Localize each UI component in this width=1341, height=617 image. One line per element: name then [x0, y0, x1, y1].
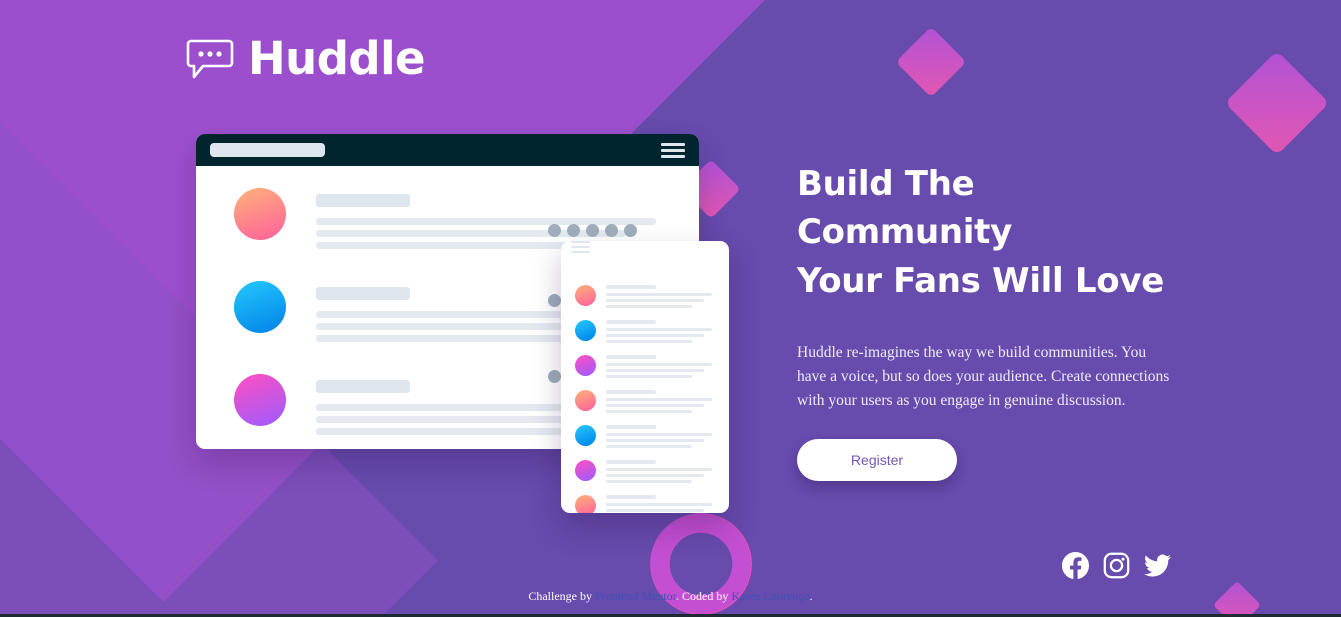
mockup-row-dot: [548, 294, 561, 307]
mockup-header-bar: [196, 134, 699, 166]
instagram-icon: [1103, 552, 1130, 579]
mockup-row-dot: [548, 370, 561, 383]
hero-paragraph: Huddle re-imagines the way we build comm…: [797, 343, 1170, 409]
attribution-prefix: Challenge by: [528, 589, 595, 603]
hero-heading-line-2: Your Fans Will Love: [797, 260, 1164, 301]
frontend-mentor-link[interactable]: Frontend Mentor: [595, 589, 676, 603]
attribution: Challenge by Frontend Mentor. Coded by K…: [0, 589, 1341, 604]
page-root: Huddle Build The Community Your Fans Wil…: [0, 0, 1341, 617]
skeleton-lines: [606, 425, 712, 451]
avatar: [234, 281, 286, 333]
author-link[interactable]: Karen Lourenço: [731, 589, 809, 603]
avatar: [575, 425, 596, 446]
avatar: [234, 188, 286, 240]
facebook-link[interactable]: [1062, 552, 1089, 579]
avatar: [575, 390, 596, 411]
mockup-header-bar: [561, 241, 729, 271]
mockup-row: [575, 460, 717, 486]
attribution-middle: . Coded by: [676, 589, 732, 603]
hamburger-menu-icon[interactable]: [661, 142, 685, 158]
hero-heading-line-1: Build The Community: [797, 164, 1012, 253]
facebook-icon: [1062, 552, 1089, 579]
twitter-icon: [1144, 552, 1171, 579]
mockup-row: [575, 390, 717, 416]
brand-logo[interactable]: Huddle: [186, 32, 426, 85]
hamburger-menu-icon[interactable]: [571, 241, 719, 253]
hero-section: Build The Community Your Fans Will Love …: [797, 160, 1177, 481]
mockup-row: [575, 285, 717, 311]
page-title: Build The Community Your Fans Will Love: [797, 160, 1177, 305]
skeleton-lines: [606, 495, 712, 513]
register-button[interactable]: Register: [797, 438, 957, 481]
speech-bubble-icon: [186, 37, 234, 81]
mobile-content-rows: [561, 271, 729, 513]
mockup-row: [575, 425, 717, 451]
avatar: [575, 355, 596, 376]
avatar: [575, 320, 596, 341]
skeleton-lines: [606, 285, 712, 311]
twitter-link[interactable]: [1144, 552, 1171, 579]
mockup-row: [575, 495, 717, 513]
mockup-row: [575, 320, 717, 346]
avatar: [234, 374, 286, 426]
avatar: [575, 460, 596, 481]
mockup-search-placeholder: [210, 143, 325, 157]
attribution-suffix: .: [809, 589, 813, 603]
social-links: [1062, 552, 1171, 579]
skeleton-lines: [606, 460, 712, 486]
instagram-link[interactable]: [1103, 552, 1130, 579]
avatar: [575, 285, 596, 306]
skeleton-lines: [606, 320, 712, 346]
mockup-row: [575, 355, 717, 381]
mobile-mockup: [561, 241, 729, 513]
skeleton-lines: [606, 390, 712, 416]
avatar: [575, 495, 596, 513]
mockup-status-dots: [548, 224, 637, 237]
skeleton-lines: [606, 355, 712, 381]
brand-name: Huddle: [248, 32, 426, 85]
